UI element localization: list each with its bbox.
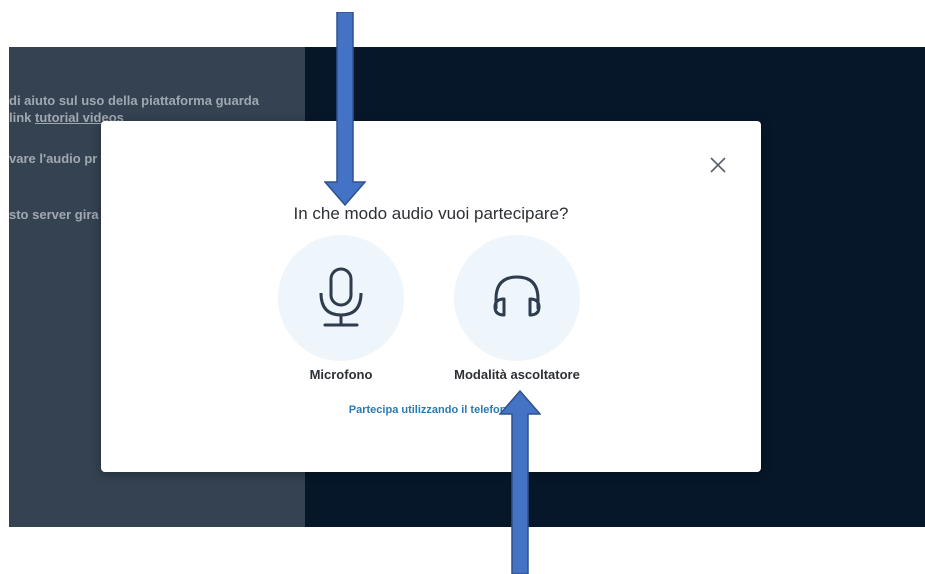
- listen-only-label: Modalità ascoltatore: [454, 367, 580, 382]
- microphone-option[interactable]: Microfono: [278, 235, 404, 382]
- microphone-icon: [319, 267, 363, 327]
- close-icon: [710, 157, 726, 173]
- audio-join-modal: In che modo audio vuoi partecipare? Micr…: [101, 121, 761, 472]
- headphones-icon: [493, 275, 541, 317]
- microphone-button[interactable]: [278, 235, 404, 361]
- close-button[interactable]: [707, 154, 729, 176]
- annotation-arrow-down-icon: [324, 12, 366, 206]
- modal-title: In che modo audio vuoi partecipare?: [293, 204, 569, 223]
- annotation-arrow-up-icon: [499, 390, 541, 574]
- listen-only-button[interactable]: [454, 235, 580, 361]
- join-by-phone-link[interactable]: Partecipa utilizzando il telefono: [101, 404, 761, 416]
- listen-only-option[interactable]: Modalità ascoltatore: [454, 235, 580, 382]
